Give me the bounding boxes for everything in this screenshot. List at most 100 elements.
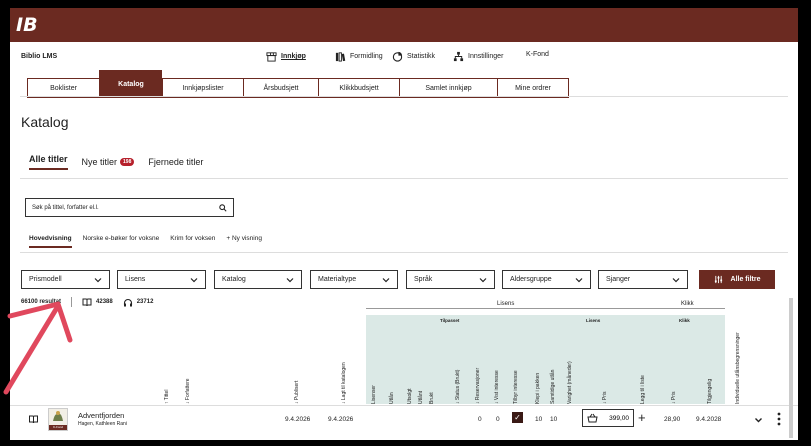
add-to-list-button[interactable]: + (638, 410, 646, 425)
book-icon (29, 415, 38, 424)
filter-sjanger[interactable]: Sjanger (598, 270, 688, 289)
all-filters-button[interactable]: Alle filtre (699, 270, 775, 289)
divider (20, 178, 788, 179)
tab-boklister[interactable]: Boklister (27, 78, 99, 98)
nav-innkjop[interactable]: Innkjøp (266, 51, 306, 62)
row-available: 9.4.2028 (696, 416, 722, 423)
divider (20, 96, 788, 97)
col-tittel[interactable]: ↑ Tittel (164, 390, 170, 404)
new-view-button[interactable]: + Ny visning (226, 235, 262, 248)
pie-chart-icon (392, 51, 403, 62)
tab-label: Nye titler (81, 157, 118, 167)
view-krim[interactable]: Krim for voksen (170, 235, 215, 248)
nav-label: K-Fond (526, 51, 549, 58)
filter-label: Sjanger (606, 276, 631, 283)
col-status[interactable]: ↓ Status (Brukt) (455, 370, 461, 404)
filter-label: Aldersgruppe (510, 276, 552, 283)
top-bar: IB (10, 8, 798, 42)
filter-aldersgruppe[interactable]: Aldersgruppe (502, 270, 591, 289)
col-samtidige: Samtidige utlån (550, 369, 556, 404)
filter-sprak[interactable]: Språk (406, 270, 495, 289)
chevron-down-icon (382, 277, 390, 282)
tab-katalog[interactable]: Katalog (99, 70, 162, 98)
col-lagt-til[interactable]: ↓ Lagt til katalogen (341, 362, 347, 404)
new-count-badge: 198 (120, 158, 135, 166)
row-added: 9.4.2026 (328, 416, 354, 423)
col-pris[interactable]: ↓ Pris (602, 392, 608, 405)
divider (653, 308, 725, 309)
books-icon (335, 52, 346, 62)
row-klikk-price: 28,90 (664, 416, 681, 423)
search-icon[interactable] (219, 203, 227, 212)
col-lisenser: Lisenser (371, 385, 377, 404)
tab-samlet-innkjop[interactable]: Samlet innkjøp (399, 78, 497, 98)
col-vist-interesse[interactable]: ↓ Vist interesse (494, 370, 500, 404)
tab-arsbudsjett[interactable]: Årsbudsjett (243, 78, 318, 98)
price-field[interactable]: 399,00 (582, 409, 634, 427)
filter-label: Materialtype (318, 276, 357, 283)
vertical-scrollbar[interactable] (789, 298, 793, 438)
col-utsolgt: Utsolgt (407, 388, 413, 404)
row-authors: Hagen, Kathleen Rani (78, 421, 127, 427)
chevron-down-icon[interactable] (754, 416, 763, 424)
nav-statistikk[interactable]: Statistikk (392, 51, 435, 62)
nav-label: Formidling (350, 53, 383, 60)
app-window: IB Biblio LMS Innkjøp Formidling Statist… (10, 8, 798, 440)
view-norske-eboker[interactable]: Norske e-bøker for voksne (83, 235, 160, 248)
nav-formidling[interactable]: Formidling (335, 51, 383, 62)
row-vist-interesse: 0 (496, 416, 500, 423)
tilpasset-band (366, 315, 533, 404)
col-tilgjengelig: Tilgjengelig (707, 378, 713, 404)
nav-innstillinger[interactable]: Innstillinger (453, 51, 503, 62)
row-klepi: 10 (535, 416, 543, 423)
divider (20, 252, 788, 253)
subgroup-klikk: Klikk (679, 318, 690, 323)
view-hovedvisning[interactable]: Hovedvisning (29, 235, 72, 248)
filter-label: Lisens (125, 276, 146, 283)
interest-checkbox[interactable]: ✓ (512, 412, 523, 423)
row-title[interactable]: Adventfjorden (78, 411, 124, 420)
filter-lisens[interactable]: Lisens (117, 270, 206, 289)
book-cover[interactable]: K-Fond (48, 408, 68, 431)
tab-klikkbudsjett[interactable]: Klikkbudsjett (318, 78, 399, 98)
col-reservasjoner[interactable]: ↓ Reservasjoner (475, 368, 481, 404)
tab-nye-titler[interactable]: Nye titler 198 (82, 154, 135, 170)
chevron-down-icon (286, 277, 294, 282)
saved-views: Hovedvisning Norske e-bøker for voksne K… (29, 235, 262, 248)
tab-mine-ordrer[interactable]: Mine ordrer (497, 78, 569, 98)
sub-tabs: Boklister Katalog Innkjøpslister Årsbuds… (27, 70, 569, 98)
cover-illustration-icon (53, 411, 63, 421)
chevron-down-icon (672, 277, 680, 282)
cover-label: K-Fond (49, 425, 67, 430)
col-brukt: Brukt (429, 392, 435, 404)
app-logo[interactable]: IB (16, 14, 38, 36)
filter-label: Katalog (222, 276, 246, 283)
col-tilbyr-interesse: Tilbyr interesse (513, 370, 519, 404)
chevron-down-icon (190, 277, 198, 282)
sliders-icon (714, 275, 722, 284)
tab-fjernede-titler[interactable]: Fjernede titler (148, 154, 203, 170)
col-publisert[interactable]: ↓ Publisert (294, 381, 300, 404)
col-utlan: Utlån (389, 392, 395, 404)
table-header: Lisens Klikk Tilpasset Lisens Klikk ↑ Ti… (10, 301, 798, 405)
table-row[interactable]: K-Fond Adventfjorden Hagen, Kathleen Ran… (10, 405, 798, 433)
tab-alle-titler[interactable]: Alle titler (29, 154, 68, 170)
col-forfattere[interactable]: ↓ Forfattere (185, 378, 191, 404)
nav-label: Innstillinger (468, 53, 504, 60)
col-klikk-pris[interactable]: ↓ Pris (671, 392, 677, 405)
klikk-band (653, 315, 725, 404)
filter-katalog[interactable]: Katalog (214, 270, 302, 289)
filter-materialtype[interactable]: Materialtype (310, 270, 398, 289)
org-chart-icon (453, 51, 464, 62)
search-input[interactable]: Søk på tittel, forfatter el.l. (25, 198, 234, 217)
more-options-icon[interactable] (777, 412, 781, 426)
nav-kfond[interactable]: K-Fond (526, 51, 549, 58)
tab-innkjopslister[interactable]: Innkjøpslister (162, 78, 243, 98)
filter-prismodell[interactable]: Prismodell (21, 270, 110, 289)
chevron-down-icon (479, 277, 487, 282)
title-tabs: Alle titler Nye titler 198 Fjernede titl… (29, 154, 203, 170)
price-value: 399,00 (609, 414, 629, 422)
row-samtidige: 10 (550, 416, 558, 423)
divider (366, 308, 653, 309)
store-icon (266, 52, 277, 62)
